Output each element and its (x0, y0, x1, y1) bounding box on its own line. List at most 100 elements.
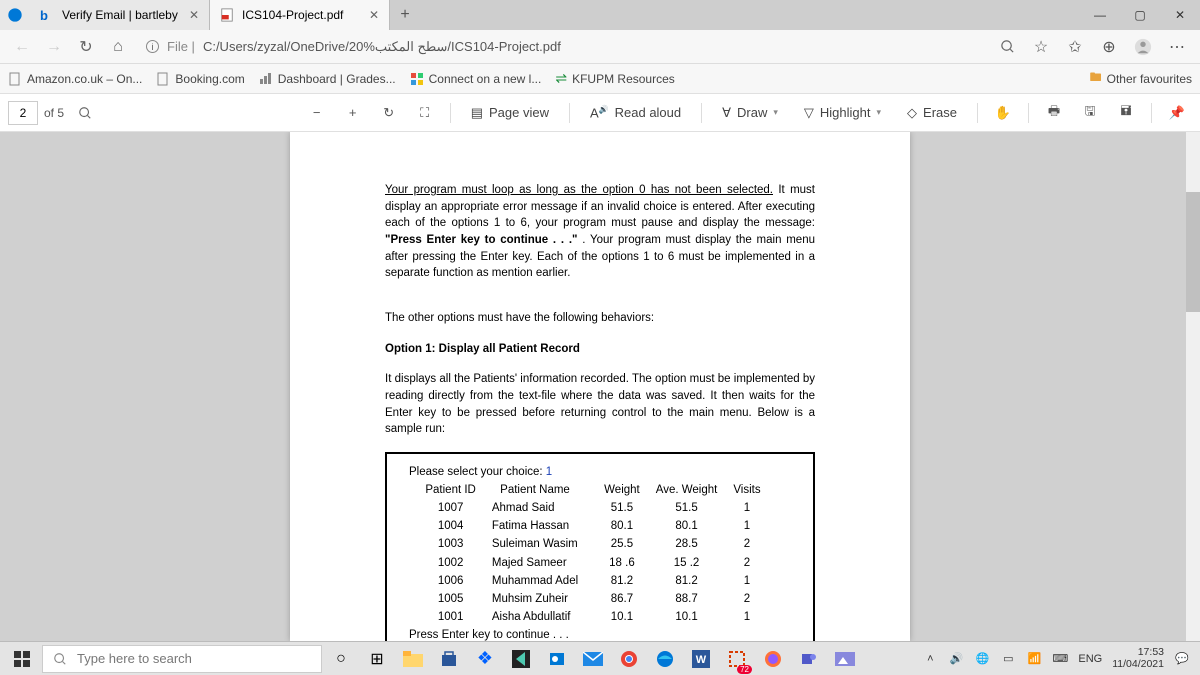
rotate-icon[interactable]: ↻ (374, 98, 404, 128)
print-icon[interactable]: 🖶 (1039, 98, 1069, 128)
forward-button[interactable]: → (40, 33, 68, 61)
minimize-button[interactable]: ― (1080, 0, 1120, 30)
store-icon[interactable] (432, 644, 466, 674)
doc-p3b: Display all Patient Record (439, 343, 580, 355)
grid-icon (410, 72, 424, 86)
scrollbar[interactable] (1186, 132, 1200, 641)
highlight-button[interactable]: ▽ Highlight ▾ (794, 98, 891, 128)
close-icon[interactable]: ✕ (369, 8, 379, 22)
notifications-icon[interactable]: 💬 (1174, 651, 1190, 667)
titlebar-left: b Verify Email | bartleby ✕ ICS104-Proje… (0, 0, 420, 30)
search-box[interactable]: Type here to search (42, 645, 322, 673)
globe-icon[interactable]: 🌐 (974, 651, 990, 667)
sample-table: Patient ID Patient Name Weight Ave. Weig… (423, 480, 776, 627)
system-tray: ˄ 🔊 🌐 ▭ 📶 ⌨ ENG 17:53 11/04/2021 💬 (922, 647, 1196, 670)
th: Weight (604, 482, 654, 498)
snip-icon[interactable]: 72 (720, 644, 754, 674)
cortana-icon[interactable]: ○ (324, 644, 358, 674)
time: 17:53 (1112, 647, 1164, 659)
th: Patient ID (425, 482, 490, 498)
sample-top: Please select your choice: (409, 466, 546, 478)
home-button[interactable]: ⌂ (104, 33, 132, 61)
badge: 72 (737, 665, 752, 674)
bookmark-label: Connect on a new l... (429, 72, 542, 86)
page-view-button[interactable]: ▤ Page view (461, 98, 559, 128)
edge-icon[interactable] (648, 644, 682, 674)
search-icon[interactable] (992, 32, 1022, 62)
favorites-add-icon[interactable]: ✩ (1060, 32, 1090, 62)
doc-p3a: Option 1: (385, 343, 439, 355)
url-prefix: File | (167, 39, 195, 54)
collections-icon[interactable]: ⊕ (1094, 32, 1124, 62)
fit-icon[interactable]: ⛶ (410, 98, 440, 128)
favorite-icon[interactable]: ☆ (1026, 32, 1056, 62)
sample-choice: 1 (546, 466, 552, 478)
teams-icon[interactable] (792, 644, 826, 674)
firefox-icon[interactable] (756, 644, 790, 674)
page-view-icon: ▤ (471, 105, 483, 121)
taskview-icon[interactable]: ⊞ (360, 644, 394, 674)
back-button[interactable]: ← (8, 33, 36, 61)
lang-indicator[interactable]: ENG (1078, 653, 1102, 665)
battery-icon[interactable]: ▭ (1000, 651, 1016, 667)
outlook-icon[interactable] (540, 644, 574, 674)
edge-logo[interactable] (0, 0, 30, 30)
th: Visits (733, 482, 774, 498)
close-button[interactable]: ✕ (1160, 0, 1200, 30)
keyboard-icon[interactable]: ⌨ (1052, 651, 1068, 667)
bookmark-label: Booking.com (175, 72, 244, 86)
erase-button[interactable]: ◇ Erase (897, 98, 967, 128)
save-as-icon[interactable]: 🖬 (1111, 98, 1141, 128)
read-aloud-button[interactable]: A🔊 Read aloud (580, 98, 691, 128)
chrome-icon[interactable] (612, 644, 646, 674)
pdf-text: Your program must loop as long as the op… (385, 182, 815, 641)
pdf-icon (220, 8, 234, 22)
pdf-search-icon[interactable] (70, 98, 100, 128)
word-icon[interactable]: W (684, 644, 718, 674)
refresh-button[interactable]: ↻ (72, 33, 100, 61)
tab-bartleby[interactable]: b Verify Email | bartleby ✕ (30, 0, 210, 30)
draw-button[interactable]: ∀ Draw ▾ (712, 98, 788, 128)
bookmark-kfupm[interactable]: ⇌ KFUPM Resources (555, 70, 674, 87)
svg-text:W: W (696, 654, 707, 666)
mail-icon[interactable] (576, 644, 610, 674)
window-controls: ― ▢ ✕ (1080, 0, 1200, 30)
bartleby-icon: b (40, 8, 54, 22)
zoom-out-icon[interactable]: − (302, 98, 332, 128)
explorer-icon[interactable] (396, 644, 430, 674)
bookmark-booking[interactable]: Booking.com (156, 72, 244, 86)
close-icon[interactable]: ✕ (189, 8, 199, 22)
new-tab-button[interactable]: + (390, 6, 420, 24)
page-input[interactable] (8, 101, 38, 125)
bookmark-dashboard[interactable]: Dashboard | Grades... (259, 72, 396, 86)
zoom-in-icon[interactable]: + (338, 98, 368, 128)
pin-icon[interactable]: 📌 (1162, 98, 1192, 128)
photos-icon[interactable] (828, 644, 862, 674)
clock[interactable]: 17:53 11/04/2021 (1112, 647, 1164, 670)
vscode-icon[interactable] (504, 644, 538, 674)
start-button[interactable] (4, 644, 40, 674)
tab-pdf[interactable]: ICS104-Project.pdf ✕ (210, 0, 390, 30)
menu-icon[interactable]: ⋯ (1162, 32, 1192, 62)
volume-icon[interactable]: 🔊 (948, 651, 964, 667)
taskbar: Type here to search ○ ⊞ ❖ W 72 ˄ 🔊 🌐 ▭ 📶… (0, 641, 1200, 675)
bookmark-connect[interactable]: Connect on a new l... (410, 72, 542, 86)
chevron-up-icon[interactable]: ˄ (922, 651, 938, 667)
scroll-thumb[interactable] (1186, 192, 1200, 312)
dropbox-icon[interactable]: ❖ (468, 644, 502, 674)
info-icon: i (146, 40, 159, 53)
bookmarks-bar: Amazon.co.uk – On... Booking.com Dashboa… (0, 64, 1200, 94)
hand-icon[interactable]: ✋ (988, 98, 1018, 128)
bookmark-amazon[interactable]: Amazon.co.uk – On... (8, 72, 142, 86)
wifi-icon[interactable]: 📶 (1026, 651, 1042, 667)
profile-icon[interactable] (1128, 32, 1158, 62)
table-row: 1006Muhammad Adel81.281.21 (425, 573, 774, 589)
maximize-button[interactable]: ▢ (1120, 0, 1160, 30)
search-icon (53, 652, 67, 666)
save-icon[interactable]: 🖫 (1075, 98, 1105, 128)
draw-icon: ∀ (722, 105, 731, 121)
sample-bottom: Press Enter key to continue . . . (409, 627, 791, 641)
other-fav-label: Other favourites (1107, 72, 1192, 86)
url-field[interactable]: i File | C:/Users/zyzal/OneDrive/سطح الم… (136, 39, 988, 55)
other-favourites[interactable]: 🖿 Other favourites (1090, 68, 1192, 89)
